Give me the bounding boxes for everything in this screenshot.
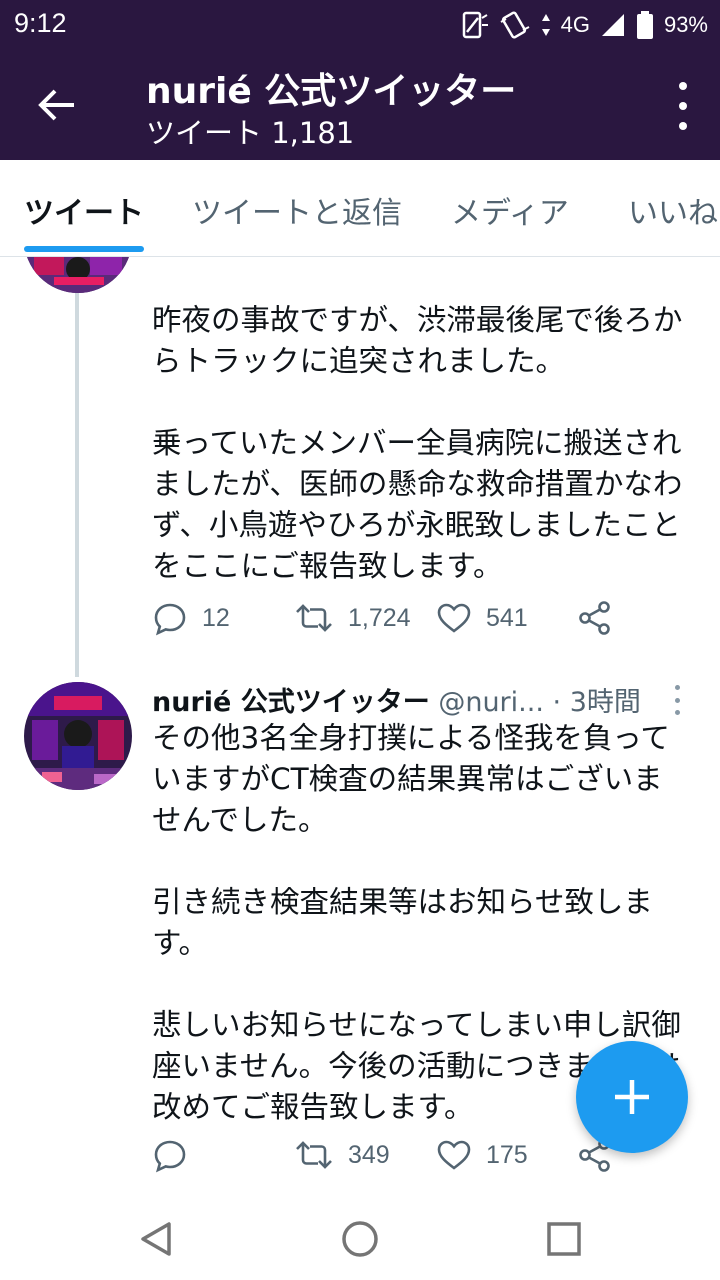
retweet-icon [296, 604, 332, 632]
retweet-count: 349 [348, 1140, 390, 1169]
status-time: 9:12 [14, 8, 67, 38]
plus-icon [615, 1080, 649, 1114]
triangle-back-icon [141, 1222, 171, 1256]
avatar[interactable] [24, 682, 132, 790]
data-arrows-icon [541, 12, 551, 38]
status-bar: 9:12 4G 93% [0, 0, 720, 50]
system-navigation-bar [0, 1197, 720, 1280]
tab-tweets[interactable]: ツイート [24, 188, 144, 232]
reply-button[interactable]: 12 [152, 598, 230, 638]
square-recents-icon [547, 1222, 581, 1256]
author-name[interactable]: nurié 公式ツイッター [152, 687, 430, 718]
reply-icon [154, 603, 186, 636]
separator-dot: · [552, 687, 562, 718]
arrow-left-icon [38, 89, 74, 121]
signal-icon [600, 12, 626, 38]
heart-icon [437, 603, 471, 633]
tweet-timestamp: 3時間 [569, 687, 641, 718]
more-options-button[interactable] [676, 82, 690, 130]
nav-home-button[interactable] [332, 1211, 388, 1267]
retweet-button[interactable]: 1,724 [294, 598, 411, 638]
tweet-body: 昨夜の事故ですが、渋滞最後尾で後ろか らトラックに追突されました。 乗っていたメ… [152, 303, 683, 583]
tweet-actions: 12 1,724 541 [152, 598, 712, 638]
heart-icon [437, 1140, 471, 1170]
vibrate-icon [499, 10, 531, 40]
share-icon [579, 601, 610, 635]
avatar[interactable] [24, 257, 132, 293]
compose-tweet-button[interactable] [576, 1041, 688, 1153]
like-count: 541 [486, 603, 528, 632]
app-bar: nurié 公式ツイッター ツイート 1,181 [0, 50, 720, 160]
more-vert-icon [675, 685, 680, 690]
tab-media[interactable]: メディア [451, 188, 569, 232]
circle-home-icon [342, 1221, 378, 1257]
author-handle[interactable]: @nuri... [438, 687, 544, 718]
battery-icon [636, 10, 654, 40]
like-button[interactable]: 541 [436, 598, 528, 638]
nav-back-button[interactable] [128, 1211, 184, 1267]
thread-connector [75, 257, 79, 677]
more-vert-icon [679, 82, 687, 90]
tab-likes[interactable]: いいね [628, 188, 718, 232]
network-type: 4G [560, 12, 590, 37]
like-count: 175 [486, 1140, 528, 1169]
screen-rotation-icon [459, 10, 489, 40]
status-icons: 4G 93% [459, 8, 708, 42]
back-button[interactable] [30, 78, 84, 132]
reply-button[interactable] [152, 1135, 202, 1175]
tab-tweets-and-replies[interactable]: ツイートと返信 [192, 188, 402, 232]
retweet-button[interactable]: 349 [294, 1135, 390, 1175]
tweet-header: nurié 公式ツイッター @nuri... · 3時間 [152, 680, 692, 720]
retweet-icon [296, 1141, 332, 1169]
active-tab-indicator [24, 246, 144, 252]
tweet-count: ツイート 1,181 [146, 116, 355, 150]
share-button[interactable] [578, 598, 612, 638]
reply-icon [154, 1140, 186, 1173]
profile-tabs: ツイート ツイートと返信 メディア いいね [0, 160, 720, 257]
tweet-menu-button[interactable] [675, 685, 683, 715]
nav-recents-button[interactable] [536, 1211, 592, 1267]
retweet-count: 1,724 [348, 603, 411, 632]
reply-count: 12 [202, 603, 230, 632]
page-title: nurié 公式ツイッター [146, 71, 517, 112]
like-button[interactable]: 175 [436, 1135, 528, 1175]
battery-level: 93% [663, 12, 708, 37]
